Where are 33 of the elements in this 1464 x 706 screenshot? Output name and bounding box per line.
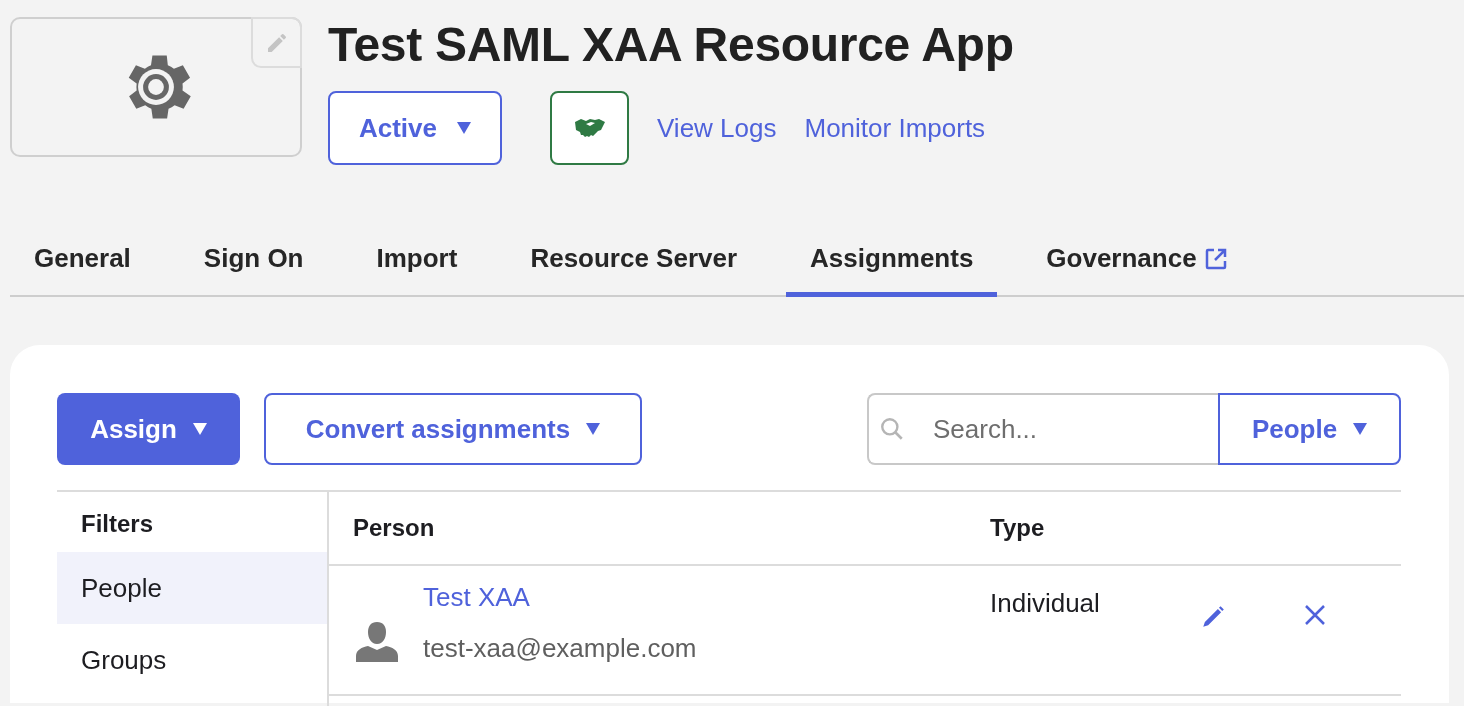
filter-item[interactable]: Groups <box>57 624 327 696</box>
caret-icon <box>192 423 207 435</box>
type-cell-text: Individual <box>989 587 1101 620</box>
filters-heading: Filters <box>80 509 155 539</box>
app-title: Test SAML XAA Resource App <box>328 17 1014 73</box>
header-link[interactable]: Monitor Imports <box>804 112 986 144</box>
tab[interactable]: General <box>10 225 155 297</box>
column-header: Person <box>352 514 436 542</box>
filter-item[interactable]: People <box>57 552 327 624</box>
caret-icon <box>1353 423 1368 435</box>
tab[interactable]: Governance <box>1022 225 1251 297</box>
tab[interactable]: Sign On <box>179 225 328 297</box>
tab[interactable]: Import <box>352 225 482 297</box>
tab[interactable]: Assignments <box>786 225 998 297</box>
search-field[interactable]: Search... <box>867 393 1218 465</box>
column-header: Type <box>989 514 1046 542</box>
tab[interactable]: Resource Server <box>506 225 762 297</box>
pencil-icon <box>1200 604 1226 630</box>
search-scope-dropdown[interactable]: People <box>1218 393 1401 465</box>
remove-button[interactable] <box>1304 604 1326 626</box>
assign-button[interactable]: Assign <box>57 393 240 465</box>
caret-icon <box>457 122 471 134</box>
convert-assignments-button[interactable]: Convert assignments <box>264 393 642 465</box>
status-dropdown[interactable]: Active <box>328 91 502 165</box>
handshake-button[interactable] <box>550 91 629 165</box>
search-icon <box>879 416 905 442</box>
header-link[interactable]: View Logs <box>657 112 777 144</box>
edit-button[interactable] <box>1200 604 1226 630</box>
close-icon <box>1304 604 1326 626</box>
person-email: test-xaa@example.com <box>423 633 697 664</box>
caret-icon <box>586 423 601 435</box>
person-name-link[interactable]: Test XAA <box>423 582 697 613</box>
person-silhouette-icon <box>355 620 399 664</box>
